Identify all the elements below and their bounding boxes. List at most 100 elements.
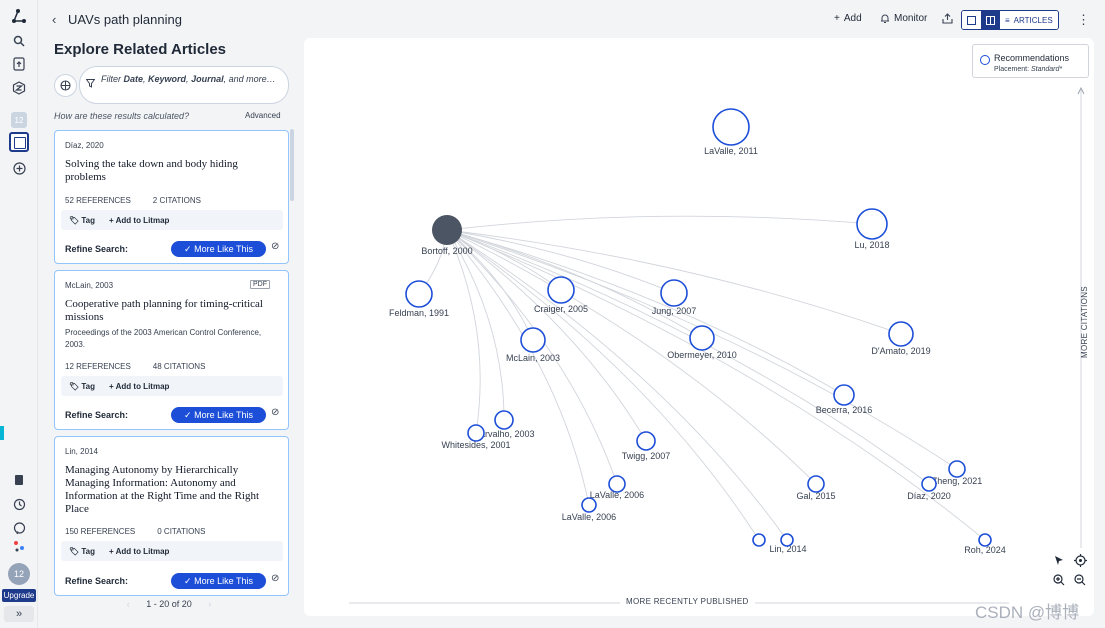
tag-icon: 🏷: [69, 381, 82, 391]
map-title[interactable]: UAVs path planning: [68, 12, 182, 27]
prev-page-button[interactable]: ‹: [127, 599, 130, 609]
panel-scrollbar[interactable]: [290, 129, 294, 201]
article-node-label[interactable]: Díaz, 2020: [907, 491, 951, 501]
article-node-label[interactable]: Roh, 2024: [964, 545, 1006, 555]
article-node-label[interactable]: Obermeyer, 2010: [667, 350, 737, 360]
more-like-this-button[interactable]: ✓ More Like This: [171, 573, 266, 589]
exclude-icon[interactable]: ⊘: [271, 573, 279, 584]
refresh-suggestions-icon[interactable]: [54, 74, 77, 97]
article-node[interactable]: [807, 475, 825, 493]
add-to-litmap-button[interactable]: + Add to Litmap: [109, 547, 169, 556]
article-node[interactable]: [888, 321, 914, 347]
article-stats: 12 REFERENCES 48 CITATIONS: [65, 362, 227, 371]
article-node[interactable]: [780, 533, 794, 547]
tag-litmap-bar: 🏷 Tag + Add to Litmap: [61, 376, 283, 396]
article-node[interactable]: [636, 431, 656, 451]
map-count-badge[interactable]: 12: [11, 112, 27, 128]
tag-button[interactable]: 🏷 Tag: [69, 382, 95, 391]
source-article-node[interactable]: [432, 215, 462, 245]
chat-icon[interactable]: [9, 518, 29, 538]
article-node-label[interactable]: Becerra, 2016: [816, 405, 873, 415]
refine-search-label: Refine Search:: [65, 410, 129, 420]
page-range: 1 - 20 of 20: [146, 599, 192, 609]
tag-button[interactable]: 🏷 Tag: [69, 547, 95, 556]
back-chevron-icon[interactable]: ‹: [52, 12, 56, 27]
square-icon: [967, 15, 976, 25]
article-node-label[interactable]: Bortoff, 2000: [421, 246, 472, 256]
litmaps-logo-icon[interactable]: [9, 6, 29, 26]
article-title[interactable]: Solving the take down and body hiding pr…: [65, 158, 271, 184]
references-count: 150 REFERENCES: [65, 527, 136, 536]
article-node[interactable]: [467, 424, 485, 442]
recommendations-legend[interactable]: Recommendations Placement: Standard*: [972, 44, 1089, 78]
article-card[interactable]: Lin, 2014 Managing Autonomy by Hierarchi…: [54, 436, 289, 596]
article-node[interactable]: [405, 280, 433, 308]
article-node-label[interactable]: Feldman, 1991: [389, 308, 449, 318]
history-icon[interactable]: [9, 494, 29, 514]
article-node-label[interactable]: Craiger, 2005: [534, 304, 588, 314]
add-to-litmap-button[interactable]: + Add to Litmap: [109, 216, 169, 225]
single-view-button[interactable]: [962, 11, 981, 29]
tag-button[interactable]: 🏷 Tag: [69, 216, 95, 225]
advanced-link[interactable]: Advanced: [245, 111, 281, 120]
more-like-this-button[interactable]: ✓ More Like This: [171, 241, 266, 257]
next-page-button[interactable]: ›: [208, 599, 211, 609]
monitor-button[interactable]: Monitor: [880, 13, 927, 24]
how-calculated-link[interactable]: How are these results calculated?: [54, 111, 189, 121]
article-node[interactable]: [948, 460, 966, 478]
article-card[interactable]: McLain, 2003 PDF Cooperative path planni…: [54, 270, 289, 430]
article-node-label[interactable]: McLain, 2003: [506, 353, 560, 363]
article-author-year: McLain, 2003: [65, 281, 114, 290]
bell-icon: [881, 14, 889, 23]
add-button[interactable]: + Add: [834, 13, 862, 24]
article-node-label[interactable]: LaValle, 2006: [590, 490, 644, 500]
add-to-litmap-button[interactable]: + Add to Litmap: [109, 382, 169, 391]
more-like-this-button[interactable]: ✓ More Like This: [171, 407, 266, 423]
filter-input[interactable]: Filter Date, Keyword, Journal, and more…: [79, 66, 289, 104]
refine-search-label: Refine Search:: [65, 244, 129, 254]
exclude-icon[interactable]: ⊘: [271, 407, 279, 418]
litmap-graph[interactable]: Bortoff, 2000 LaValle, 2011 Lu, 2018 Feldma…: [304, 38, 1094, 616]
articles-view-button[interactable]: ≡ ARTICLES: [1000, 11, 1058, 29]
article-title[interactable]: Managing Autonomy by Hierarchically Mana…: [65, 464, 271, 516]
article-node-label[interactable]: Jung, 2007: [652, 306, 697, 316]
article-node[interactable]: [856, 208, 888, 240]
article-node[interactable]: [660, 279, 688, 307]
article-title[interactable]: Cooperative path planning for timing-cri…: [65, 298, 271, 324]
article-node[interactable]: [581, 497, 597, 513]
upgrade-button[interactable]: Upgrade: [2, 589, 36, 602]
article-card[interactable]: Díaz, 2020 Solving the take down and bod…: [54, 130, 289, 264]
article-node-label[interactable]: Whitesides, 2001: [441, 440, 510, 450]
share-button[interactable]: [942, 13, 953, 24]
whats-new-icon[interactable]: [9, 536, 29, 556]
article-node-label[interactable]: Gal, 2015: [796, 491, 835, 501]
documents-icon[interactable]: [9, 470, 29, 490]
more-options-icon[interactable]: ⋮: [1077, 12, 1090, 28]
search-icon[interactable]: [9, 31, 29, 51]
article-node[interactable]: [712, 108, 750, 146]
add-map-icon[interactable]: [9, 158, 29, 178]
article-node-label[interactable]: D'Amato, 2019: [871, 346, 930, 356]
article-node[interactable]: [689, 325, 715, 351]
article-node-label[interactable]: Zheng, 2021: [932, 476, 983, 486]
user-avatar[interactable]: 12: [8, 563, 30, 585]
article-node[interactable]: [547, 276, 575, 304]
article-node[interactable]: [921, 476, 937, 492]
pdf-icon[interactable]: PDF: [250, 280, 270, 289]
article-node-label[interactable]: LaValle, 2011: [704, 146, 758, 156]
current-map-icon[interactable]: [9, 132, 29, 152]
article-node[interactable]: [520, 327, 546, 353]
upload-document-icon[interactable]: [9, 54, 29, 74]
article-node[interactable]: [752, 533, 766, 547]
split-view-button[interactable]: [981, 11, 1000, 29]
exclude-icon[interactable]: ⊘: [271, 241, 279, 252]
article-node[interactable]: [494, 410, 514, 430]
add-label: Add: [843, 13, 862, 24]
article-node-label[interactable]: LaValle, 2006: [562, 512, 616, 522]
expand-rail-button[interactable]: »: [4, 606, 34, 622]
zotero-icon[interactable]: [9, 78, 29, 98]
article-node-label[interactable]: Lu, 2018: [854, 240, 889, 250]
article-node[interactable]: [833, 384, 855, 406]
graph-svg[interactable]: Bortoff, 2000 LaValle, 2011 Lu, 2018 Feldma…: [304, 38, 1094, 616]
article-node-label[interactable]: Twigg, 2007: [622, 451, 671, 461]
